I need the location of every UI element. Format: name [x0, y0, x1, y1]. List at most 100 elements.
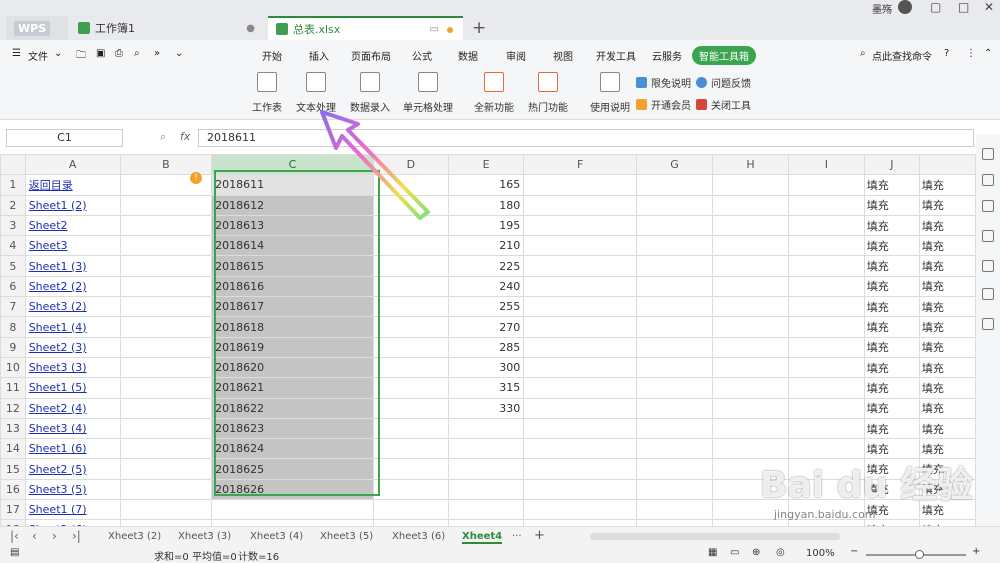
- column-header-f[interactable]: F: [523, 154, 638, 176]
- cell-a[interactable]: Sheet2 (5): [24, 458, 121, 480]
- column-header-h[interactable]: H: [712, 154, 789, 176]
- cell-a-text[interactable]: Sheet1 (7): [29, 503, 87, 516]
- cell-a-text[interactable]: Sheet1 (4): [29, 321, 87, 334]
- cell-a-text[interactable]: Sheet2 (4): [29, 402, 87, 415]
- cell-g[interactable]: [636, 478, 714, 501]
- cell-g[interactable]: [636, 499, 714, 521]
- row-header[interactable]: 1: [0, 174, 26, 196]
- menu-insert[interactable]: 插入: [309, 48, 329, 63]
- username[interactable]: 墨殇: [872, 1, 892, 16]
- cell-f[interactable]: [523, 194, 638, 216]
- cell-b[interactable]: [119, 316, 213, 338]
- cell-f[interactable]: [523, 336, 638, 358]
- menu-cloud[interactable]: 云服务: [652, 48, 682, 63]
- free-limit-info[interactable]: 限免说明: [636, 75, 691, 90]
- cell-i[interactable]: [787, 417, 865, 440]
- cell-a[interactable]: Sheet3 (2): [24, 296, 121, 318]
- horizontal-scrollbar[interactable]: [590, 533, 840, 540]
- cell-a[interactable]: Sheet2 (2): [24, 275, 121, 298]
- sheet-tab[interactable]: Xheet3 (3): [178, 531, 231, 542]
- zoom-lens-icon[interactable]: ⌕: [160, 130, 166, 144]
- cell-b[interactable]: [119, 214, 213, 237]
- row-header[interactable]: 3: [0, 214, 26, 237]
- cell-a[interactable]: Sheet3 (5): [24, 478, 121, 501]
- cell-h[interactable]: [712, 296, 789, 318]
- cell-a[interactable]: Sheet1 (6): [24, 438, 121, 460]
- cell-a[interactable]: Sheet2 (4): [24, 397, 121, 419]
- cell-f[interactable]: [523, 417, 638, 440]
- cell-b[interactable]: [119, 438, 213, 460]
- cell-h[interactable]: [712, 499, 789, 521]
- cell-a-text[interactable]: Sheet2 (3): [29, 341, 87, 354]
- cell-k[interactable]: 填充: [918, 316, 976, 338]
- menu-view[interactable]: 视图: [553, 48, 573, 63]
- zoom-level[interactable]: 100%: [806, 548, 835, 559]
- cursor-icon[interactable]: [982, 148, 994, 160]
- cell-b[interactable]: [119, 336, 213, 358]
- cell-g[interactable]: [636, 356, 714, 379]
- open-folder-icon[interactable]: 🗀: [76, 48, 86, 65]
- cell-a[interactable]: Sheet1 (7): [24, 499, 121, 521]
- cell-i[interactable]: [787, 397, 865, 419]
- cell-b[interactable]: [119, 275, 213, 298]
- skin-icon[interactable]: ▢: [930, 0, 941, 14]
- close-tab-icon[interactable]: ●: [246, 23, 255, 34]
- sheet-tab[interactable]: Xheet3 (5): [320, 531, 373, 542]
- cell-j[interactable]: 填充: [863, 174, 920, 196]
- maximize-icon[interactable]: □: [958, 0, 969, 14]
- cell-f[interactable]: [523, 255, 638, 277]
- row-header[interactable]: 12: [0, 397, 26, 419]
- cell-g[interactable]: [636, 397, 714, 419]
- cell-k[interactable]: 填充: [918, 336, 976, 358]
- more-menu-icon[interactable]: ⋮: [966, 48, 976, 59]
- macro-icon[interactable]: ▤: [10, 547, 19, 558]
- cell-e[interactable]: 270: [447, 316, 525, 338]
- cell-c[interactable]: 2018613: [211, 214, 374, 237]
- row-header[interactable]: 11: [0, 377, 26, 399]
- cell-b[interactable]: [119, 499, 213, 521]
- cell-j[interactable]: 填充: [863, 438, 920, 460]
- menu-home[interactable]: 开始: [262, 48, 282, 63]
- menu-data[interactable]: 数据: [458, 48, 478, 63]
- cell-d[interactable]: [372, 235, 449, 257]
- cell-b[interactable]: [119, 255, 213, 277]
- cell-a[interactable]: Sheet3: [24, 235, 121, 257]
- cell-h[interactable]: [712, 174, 789, 196]
- row-header[interactable]: 8: [0, 316, 26, 338]
- cell-g[interactable]: [636, 296, 714, 318]
- cell-j[interactable]: 填充: [863, 458, 920, 480]
- cell-g[interactable]: [636, 438, 714, 460]
- cell-e[interactable]: 210: [447, 235, 525, 257]
- normal-view-icon[interactable]: ▦: [708, 547, 717, 558]
- cell-k[interactable]: 填充: [918, 397, 976, 419]
- cell-k[interactable]: 填充: [918, 377, 976, 399]
- cell-a[interactable]: Sheet1 (4): [24, 316, 121, 338]
- column-header-k[interactable]: [918, 154, 976, 176]
- cell-processing-button[interactable]: 单元格处理: [403, 72, 453, 114]
- cell-i[interactable]: [787, 296, 865, 318]
- settings-icon[interactable]: [982, 200, 994, 212]
- cell-i[interactable]: [787, 499, 865, 521]
- cell-e[interactable]: 180: [447, 194, 525, 216]
- cell-k[interactable]: 填充: [918, 417, 976, 440]
- cell-a[interactable]: Sheet3 (3): [24, 356, 121, 379]
- cell-a[interactable]: Sheet1 (5): [24, 377, 121, 399]
- row-header[interactable]: 2: [0, 194, 26, 216]
- cell-j[interactable]: 填充: [863, 316, 920, 338]
- cell-k[interactable]: 填充: [918, 296, 976, 318]
- row-header[interactable]: 4: [0, 235, 26, 257]
- cell-c[interactable]: 2018622: [211, 397, 374, 419]
- prev-sheet-icon[interactable]: ‹: [32, 529, 37, 543]
- tab-workbook1[interactable]: 工作簿1 ●: [70, 16, 265, 40]
- menu-review[interactable]: 审阅: [506, 48, 526, 63]
- new-features-button[interactable]: 全新功能: [474, 72, 514, 114]
- cell-j[interactable]: 填充: [863, 275, 920, 298]
- cell-c[interactable]: 2018625: [211, 458, 374, 480]
- cell-e[interactable]: [447, 499, 525, 521]
- cell-e[interactable]: 285: [447, 336, 525, 358]
- page-break-view-icon[interactable]: ⊕: [752, 547, 760, 558]
- cell-g[interactable]: [636, 174, 714, 196]
- spreadsheet-grid[interactable]: A B C D E F G H I J 1 返回目录 2018611 165 填充 填充 2…: [0, 154, 976, 526]
- more-icon[interactable]: »: [154, 48, 160, 59]
- cell-g[interactable]: [636, 275, 714, 298]
